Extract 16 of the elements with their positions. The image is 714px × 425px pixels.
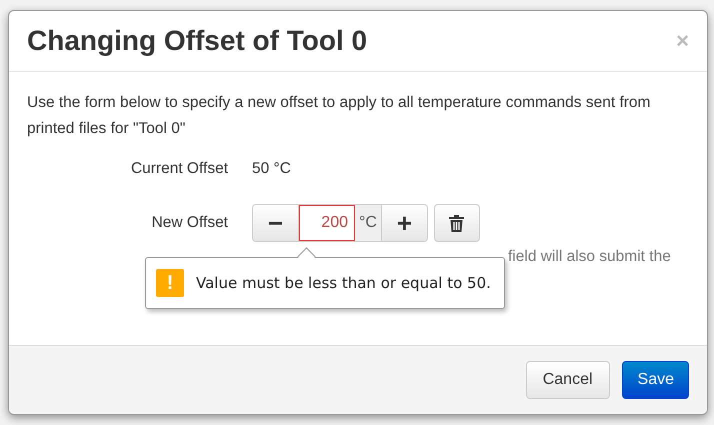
decrement-button[interactable]: − <box>253 205 299 241</box>
offset-input[interactable]: 200 <box>299 205 355 241</box>
validation-message: Value must be less than or equal to 50. <box>196 274 491 292</box>
delete-button[interactable] <box>434 204 480 242</box>
hint-text: field will also submit the <box>508 248 671 265</box>
new-offset-label: New Offset <box>150 214 229 232</box>
unit-label: °C <box>355 205 381 241</box>
current-offset-value: 50 °C <box>252 160 291 178</box>
increment-button[interactable]: + <box>380 205 427 241</box>
warning-icon: ! <box>156 269 184 297</box>
current-offset-label: Current Offset <box>130 160 229 178</box>
description-text: Use the form below to specify a new offset to apply to all temperature commands sent from printed files for "Tool 0" <box>27 93 652 139</box>
dialog-title: Changing Offset of Tool 0 <box>27 25 368 57</box>
save-button[interactable]: Save <box>622 361 689 399</box>
trash-icon <box>449 214 464 232</box>
cancel-button[interactable]: Cancel <box>526 361 610 399</box>
